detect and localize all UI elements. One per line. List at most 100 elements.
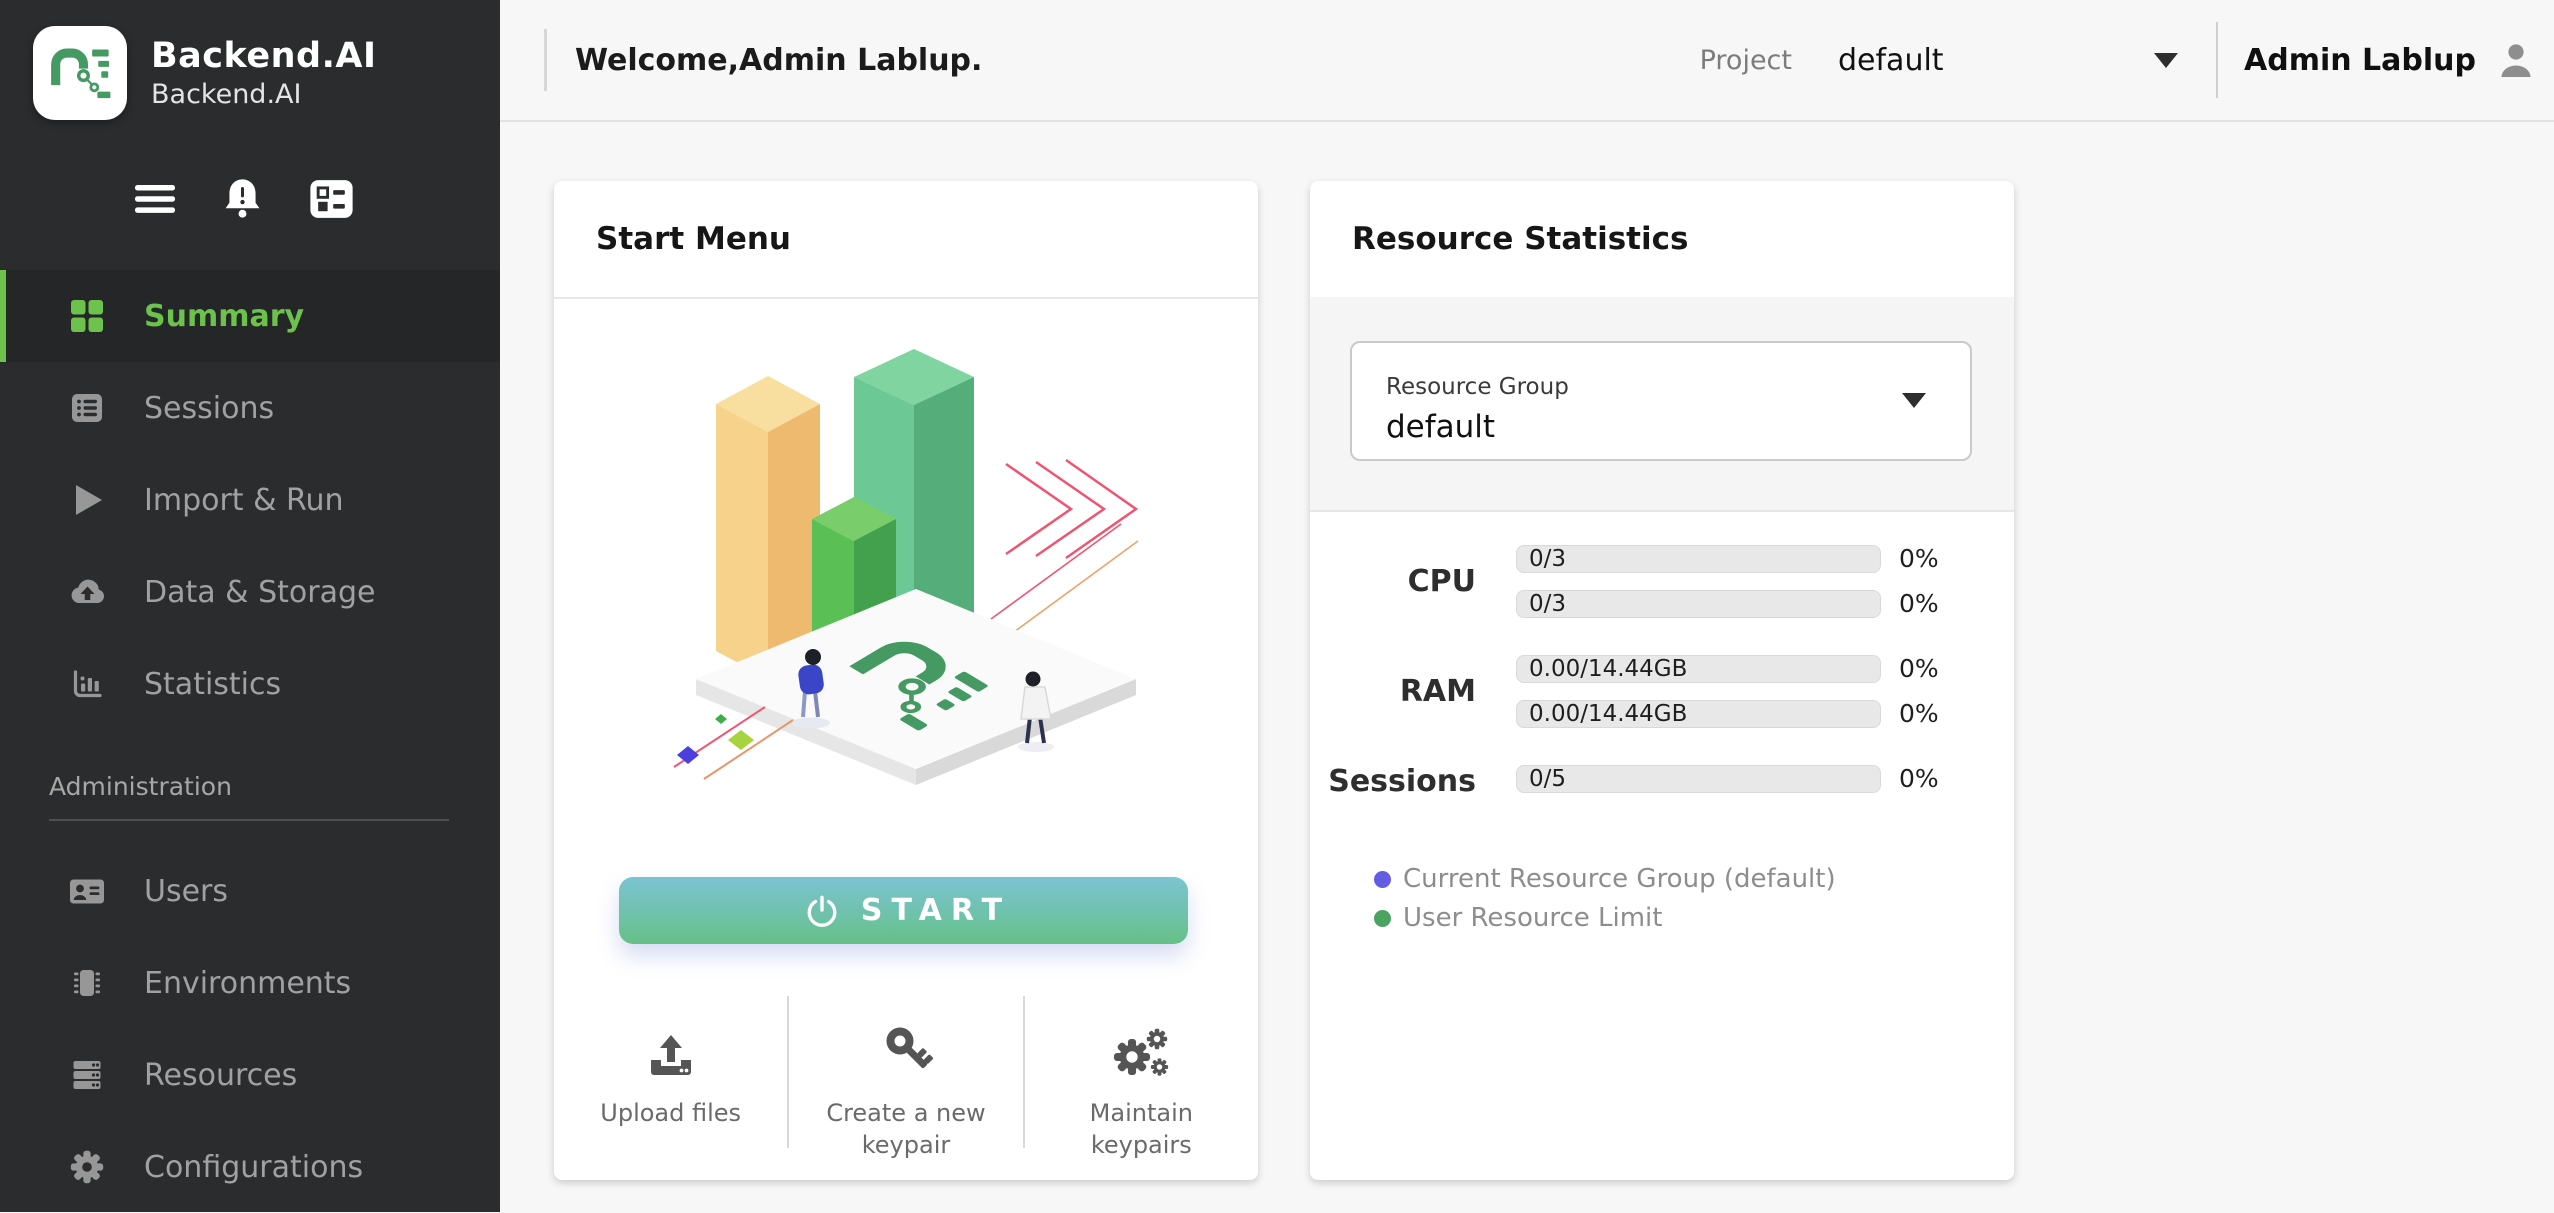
- maintain-keypairs-action[interactable]: Maintain keypairs: [1025, 981, 1258, 1163]
- upload-files-action[interactable]: Upload files: [554, 981, 787, 1163]
- resource-statistics-header: Resource Statistics: [1310, 181, 2014, 299]
- progress-bar-text: 0.00/14.44GB: [1529, 701, 1687, 727]
- task-list-icon: [309, 179, 354, 219]
- gauge-name: CPU: [1310, 564, 1476, 599]
- cloud-upload-icon: [68, 574, 106, 610]
- progress-bar-text: 0/3: [1529, 591, 1566, 617]
- resource-group-value: default: [1386, 409, 1970, 445]
- progress-bar: 0.00/14.44GB: [1516, 655, 1881, 683]
- start-button-label: START: [861, 893, 1011, 928]
- server-stack-icon: [68, 1056, 106, 1094]
- resource-gauges: CPU 0/3 0% 0/3 0%: [1310, 510, 2014, 799]
- resource-group-band: Resource Group default: [1310, 297, 2014, 512]
- upload-icon: [645, 997, 697, 1081]
- sidebar-item-summary[interactable]: Summary: [0, 270, 500, 362]
- action-label: Upload files: [600, 1097, 741, 1129]
- progress-percent: 0%: [1899, 544, 1939, 573]
- legend-dot-current-resource-group: [1374, 871, 1391, 888]
- sessions-list-icon: [68, 390, 106, 426]
- legend-item: User Resource Limit: [1374, 903, 1836, 933]
- welcome-block: Welcome,Admin Lablup.: [544, 29, 982, 91]
- gauge-row: 0/5 0%: [1516, 764, 1939, 793]
- user-menu-button[interactable]: [2498, 41, 2534, 79]
- sidebar-item-import-run[interactable]: Import & Run: [0, 454, 500, 546]
- gear-icon: [68, 1148, 106, 1186]
- gauge-legend: Current Resource Group (default) User Re…: [1374, 855, 1836, 933]
- sidebar-item-statistics[interactable]: Statistics: [0, 638, 500, 730]
- gauge-row: 0.00/14.44GB 0%: [1516, 654, 1939, 683]
- progress-bar: 0/3: [1516, 545, 1881, 573]
- progress-bar-text: 0/3: [1529, 546, 1566, 572]
- resource-group-select[interactable]: Resource Group default: [1350, 341, 1972, 461]
- sidebar-item-environments[interactable]: Environments: [0, 937, 500, 1029]
- topbar-right: Project default Admin Lablup: [1700, 22, 2554, 98]
- progress-bar: 0.00/14.44GB: [1516, 700, 1881, 728]
- sidebar-item-sessions[interactable]: Sessions: [0, 362, 500, 454]
- notification-bell-icon: [224, 177, 261, 221]
- summary-grid-icon: [68, 298, 106, 334]
- legend-label: User Resource Limit: [1403, 903, 1662, 933]
- sidebar-item-users[interactable]: Users: [0, 845, 500, 937]
- welcome-message: Welcome,Admin Lablup.: [575, 43, 982, 78]
- action-label: Create a new keypair: [823, 1097, 988, 1162]
- gauge-row: 0.00/14.44GB 0%: [1516, 699, 1939, 728]
- start-menu-illustration: [616, 349, 1196, 789]
- resource-statistics-card: Resource Statistics Resource Group defau…: [1310, 181, 2014, 1180]
- sidebar-item-label: Configurations: [144, 1150, 363, 1185]
- start-menu-header: Start Menu: [554, 181, 1258, 299]
- gauge-cpu: CPU 0/3 0% 0/3 0%: [1310, 544, 2014, 618]
- sidebar-item-label: Resources: [144, 1058, 297, 1093]
- resource-group-label: Resource Group: [1386, 374, 1970, 400]
- gauge-ram: RAM 0.00/14.44GB 0% 0.00/14.44GB 0%: [1310, 654, 2014, 728]
- gauge-name: RAM: [1310, 674, 1476, 709]
- sidebar-item-label: Users: [144, 874, 228, 909]
- project-value: default: [1838, 43, 1944, 78]
- sidebar-item-resources[interactable]: Resources: [0, 1029, 500, 1121]
- sidebar-item-label: Import & Run: [144, 483, 344, 518]
- resource-statistics-title: Resource Statistics: [1352, 221, 1688, 257]
- sidebar-section-divider: [49, 819, 449, 821]
- sidebar-item-label: Data & Storage: [144, 575, 375, 610]
- gears-icon: [1112, 997, 1170, 1081]
- chevron-down-icon: [2154, 53, 2178, 68]
- sidebar-item-label: Environments: [144, 966, 351, 1001]
- notifications-button[interactable]: [224, 177, 261, 221]
- start-menu-card: Start Menu: [554, 181, 1258, 1180]
- project-select[interactable]: default: [1838, 43, 2178, 78]
- create-keypair-action[interactable]: Create a new keypair: [789, 981, 1022, 1163]
- gauge-name: Sessions: [1310, 764, 1476, 799]
- sidebar-item-configurations[interactable]: Configurations: [0, 1121, 500, 1213]
- backend-ai-logo-icon: [47, 44, 113, 102]
- sidebar-section-label: Administration: [49, 772, 500, 801]
- start-button[interactable]: START: [619, 877, 1188, 944]
- welcome-divider: [544, 29, 547, 91]
- progress-percent: 0%: [1899, 654, 1939, 683]
- backend-ai-logo: [33, 26, 127, 120]
- play-icon: [68, 482, 106, 518]
- progress-bar: 0/3: [1516, 590, 1881, 618]
- menu-toggle-button[interactable]: [134, 183, 176, 215]
- isometric-illustration: [616, 349, 1196, 789]
- gauge-row: 0/3 0%: [1516, 544, 1939, 573]
- start-menu-title: Start Menu: [596, 221, 791, 257]
- sidebar-item-label: Sessions: [144, 391, 274, 426]
- progress-percent: 0%: [1899, 699, 1939, 728]
- gauge-sessions: Sessions 0/5 0%: [1310, 764, 2014, 799]
- sidebar-item-data-storage[interactable]: Data & Storage: [0, 546, 500, 638]
- progress-bar: 0/5: [1516, 765, 1881, 793]
- legend-item: Current Resource Group (default): [1374, 864, 1836, 894]
- power-icon: [805, 894, 839, 928]
- sidebar-item-label: Statistics: [144, 667, 281, 702]
- sidebar-item-label: Summary: [144, 299, 304, 334]
- task-panel-button[interactable]: [309, 179, 354, 219]
- topbar-vertical-divider: [2216, 22, 2218, 98]
- sidebar-toolbar: [134, 174, 500, 224]
- gauge-row: 0/3 0%: [1516, 589, 1939, 618]
- person-icon: [2498, 41, 2534, 79]
- legend-dot-user-resource-limit: [1374, 910, 1391, 927]
- sidebar-admin-nav: Users Environments: [0, 845, 500, 1213]
- project-label: Project: [1700, 45, 1792, 76]
- topbar: Welcome,Admin Lablup. Project default Ad…: [500, 0, 2554, 122]
- start-menu-actions: Upload files Create a new keypair: [554, 981, 1258, 1163]
- hamburger-icon: [134, 183, 176, 215]
